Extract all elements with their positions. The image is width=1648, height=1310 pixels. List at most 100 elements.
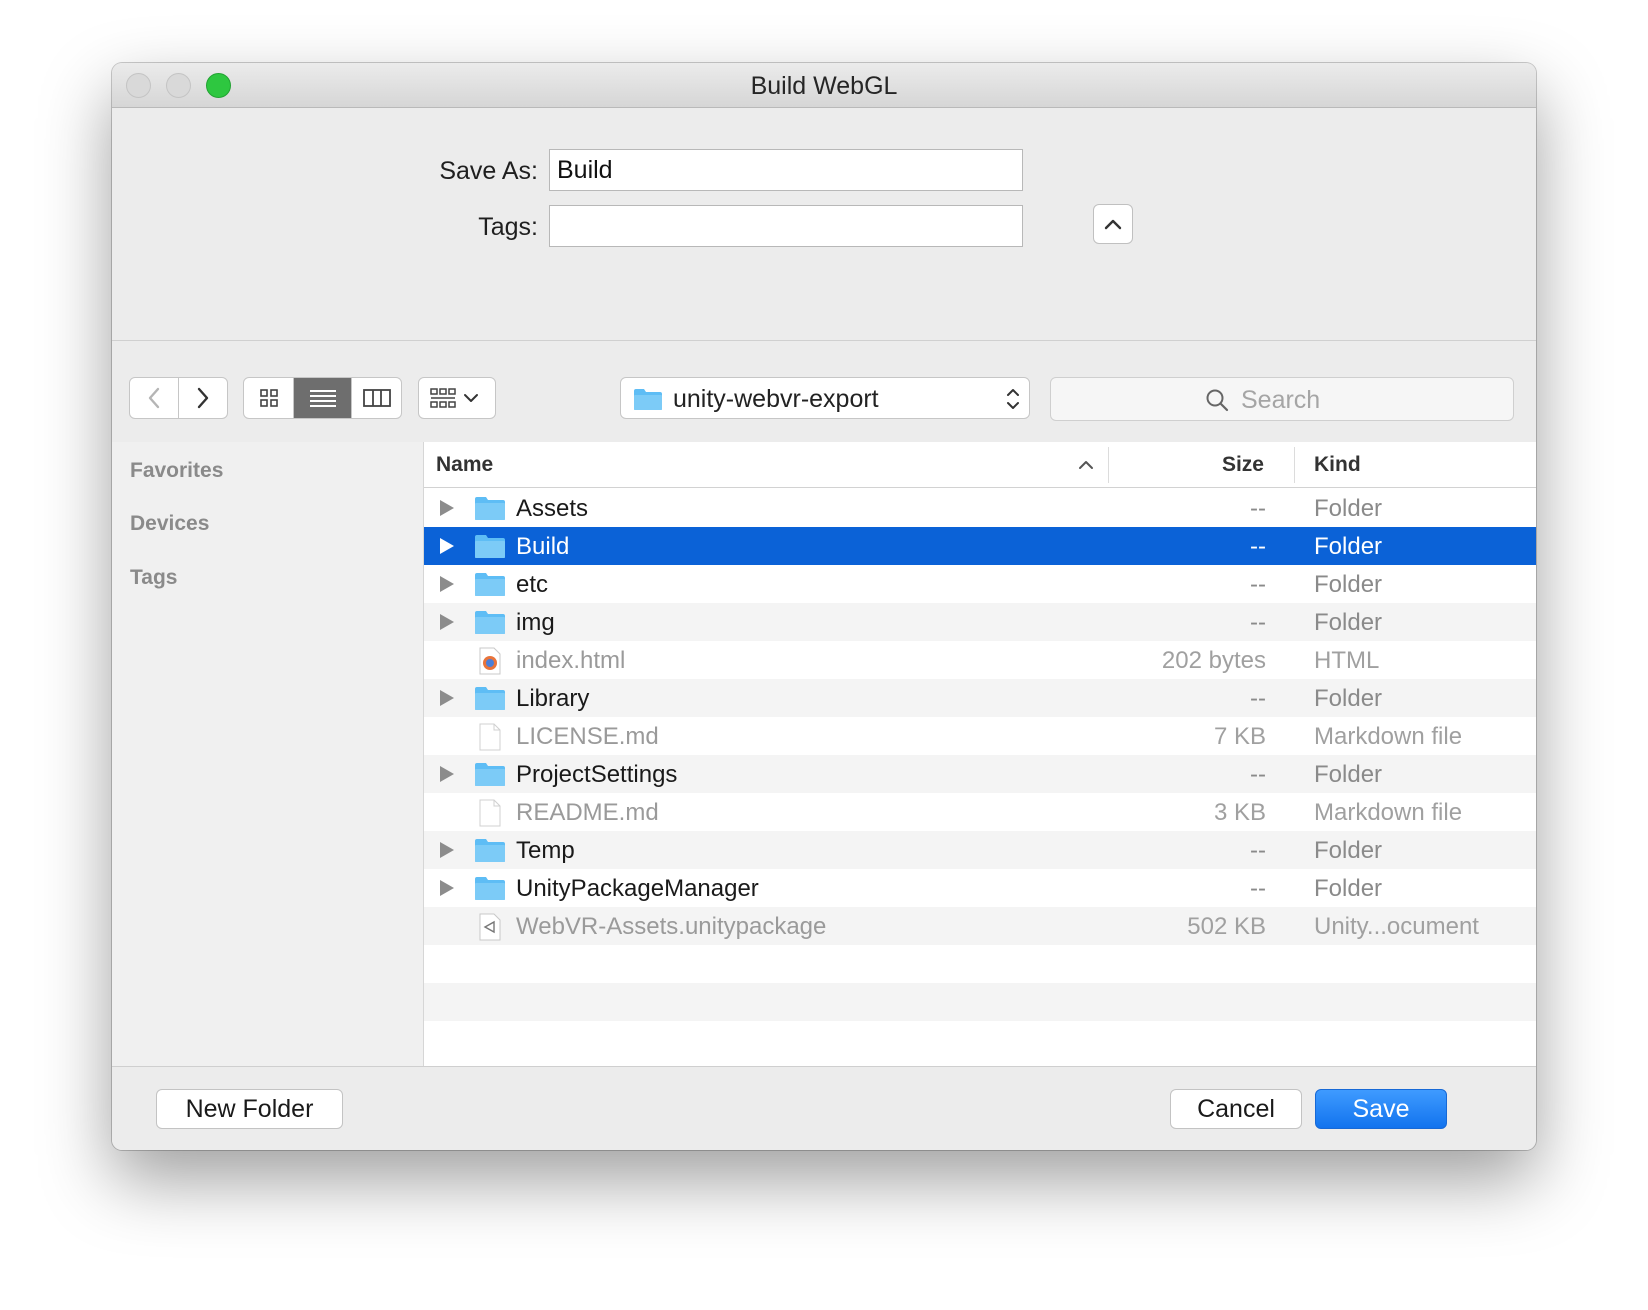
save-as-label: Save As: xyxy=(439,157,538,185)
folder-icon xyxy=(474,533,506,559)
file-size: -- xyxy=(1250,837,1266,864)
file-size: -- xyxy=(1250,495,1266,522)
back-button[interactable] xyxy=(130,378,179,418)
arrange-button-content xyxy=(419,378,495,418)
search-placeholder: Search xyxy=(1241,386,1321,414)
folder-icon xyxy=(634,389,662,410)
chevron-up-icon xyxy=(1104,219,1122,230)
document-icon xyxy=(474,799,506,827)
folder-icon xyxy=(474,761,506,787)
forward-button[interactable] xyxy=(179,378,228,418)
save-button[interactable]: Save xyxy=(1315,1089,1447,1129)
folder-icon xyxy=(474,609,506,635)
file-kind: Folder xyxy=(1314,533,1383,560)
file-kind: HTML xyxy=(1314,647,1380,674)
disclosure-triangle-icon[interactable] xyxy=(440,842,454,858)
search-input[interactable]: Search xyxy=(1050,377,1514,421)
file-kind: Folder xyxy=(1314,875,1383,902)
file-size: 3 KB xyxy=(1213,799,1266,826)
table-row[interactable]: ProjectSettings -- Folder xyxy=(424,755,1536,793)
sidebar-item-devices[interactable]: Devices xyxy=(130,512,209,536)
disclosure-triangle-icon[interactable] xyxy=(440,538,454,554)
unity-package-icon xyxy=(474,913,506,941)
file-name: LICENSE.md xyxy=(516,723,659,750)
file-name: Library xyxy=(516,685,590,712)
save-as-input[interactable] xyxy=(549,149,1023,191)
file-name: Build xyxy=(516,533,570,560)
icon-view-button[interactable] xyxy=(244,378,294,418)
file-name: Assets xyxy=(516,495,589,522)
column-divider[interactable] xyxy=(1108,447,1109,483)
cancel-button[interactable]: Cancel xyxy=(1170,1089,1302,1129)
file-size: -- xyxy=(1250,761,1266,788)
file-list: Name Size Kind Assets -- Folder Build -- Fold… xyxy=(424,442,1536,1131)
navigation-buttons xyxy=(129,377,228,419)
html-file-icon xyxy=(474,647,506,675)
file-kind: Folder xyxy=(1314,609,1383,636)
column-divider[interactable] xyxy=(1294,447,1295,483)
table-row[interactable]: Build -- Folder xyxy=(424,527,1536,565)
kind-column-header[interactable]: Kind xyxy=(1314,453,1361,477)
table-row[interactable]: img -- Folder xyxy=(424,603,1536,641)
file-kind: Markdown file xyxy=(1314,799,1463,826)
disclosure-triangle-icon[interactable] xyxy=(440,766,454,782)
table-row[interactable]: Assets -- Folder xyxy=(424,489,1536,527)
file-kind: Folder xyxy=(1314,571,1383,598)
file-kind: Unity...ocument xyxy=(1314,913,1479,940)
arrange-menu-button[interactable] xyxy=(418,377,496,419)
table-row[interactable]: index.html 202 bytes HTML xyxy=(424,641,1536,679)
table-row[interactable]: etc -- Folder xyxy=(424,565,1536,603)
disclosure-triangle-icon[interactable] xyxy=(440,614,454,630)
dialog-footer: New Folder Cancel Save xyxy=(112,1066,1536,1150)
table-row[interactable]: UnityPackageManager -- Folder xyxy=(424,869,1536,907)
sidebar-item-tags[interactable]: Tags xyxy=(130,566,177,590)
table-row[interactable]: Library -- Folder xyxy=(424,679,1536,717)
up-down-chevron-icon xyxy=(1007,389,1019,409)
group-grid-icon xyxy=(430,388,478,408)
file-rows: Assets -- Folder Build -- Folder etc -- Folder im… xyxy=(424,489,1536,1059)
folder-icon xyxy=(474,685,506,711)
empty-row xyxy=(424,1021,1536,1059)
table-row[interactable]: WebVR-Assets.unitypackage 502 KB Unity...o… xyxy=(424,907,1536,945)
file-size: 7 KB xyxy=(1213,723,1266,750)
table-row[interactable]: README.md 3 KB Markdown file xyxy=(424,793,1536,831)
empty-row xyxy=(424,945,1536,983)
new-folder-button[interactable]: New Folder xyxy=(156,1089,343,1129)
tags-label: Tags: xyxy=(478,213,538,241)
disclosure-triangle-icon[interactable] xyxy=(440,500,454,516)
file-kind: Folder xyxy=(1314,761,1383,788)
icon-view-icon xyxy=(259,389,278,407)
disclosure-triangle-icon[interactable] xyxy=(440,690,454,706)
file-size: -- xyxy=(1250,609,1266,636)
empty-row xyxy=(424,983,1536,1021)
table-row[interactable]: Temp -- Folder xyxy=(424,831,1536,869)
chevron-left-icon xyxy=(148,387,159,409)
file-kind: Folder xyxy=(1314,495,1383,522)
folder-icon xyxy=(474,837,506,863)
file-name: img xyxy=(516,609,555,636)
tags-input[interactable] xyxy=(549,205,1023,247)
file-name: README.md xyxy=(516,799,659,826)
column-view-button[interactable] xyxy=(352,378,401,418)
document-icon xyxy=(474,723,506,751)
view-mode-control xyxy=(243,377,402,419)
browser-toolbar: unity-webvr-export Search xyxy=(112,342,1536,442)
window-title: Build WebGL xyxy=(750,72,898,100)
file-kind: Markdown file xyxy=(1314,723,1463,750)
file-size: 502 KB xyxy=(1187,913,1266,940)
disclosure-triangle-icon[interactable] xyxy=(440,880,454,896)
table-row[interactable]: LICENSE.md 7 KB Markdown file xyxy=(424,717,1536,755)
file-name: UnityPackageManager xyxy=(516,875,759,902)
location-popup[interactable]: unity-webvr-export xyxy=(620,377,1030,419)
file-size: -- xyxy=(1250,533,1266,560)
size-column-header[interactable]: Size xyxy=(1114,453,1264,477)
sidebar-item-favorites[interactable]: Favorites xyxy=(130,459,223,483)
file-size: -- xyxy=(1250,875,1266,902)
list-view-button[interactable] xyxy=(294,378,352,418)
name-column-header[interactable]: Name xyxy=(436,453,493,477)
search-icon xyxy=(1206,389,1229,412)
file-kind: Folder xyxy=(1314,837,1383,864)
expand-dialog-button[interactable] xyxy=(1093,204,1133,244)
column-view-icon xyxy=(362,389,391,407)
disclosure-triangle-icon[interactable] xyxy=(440,576,454,592)
